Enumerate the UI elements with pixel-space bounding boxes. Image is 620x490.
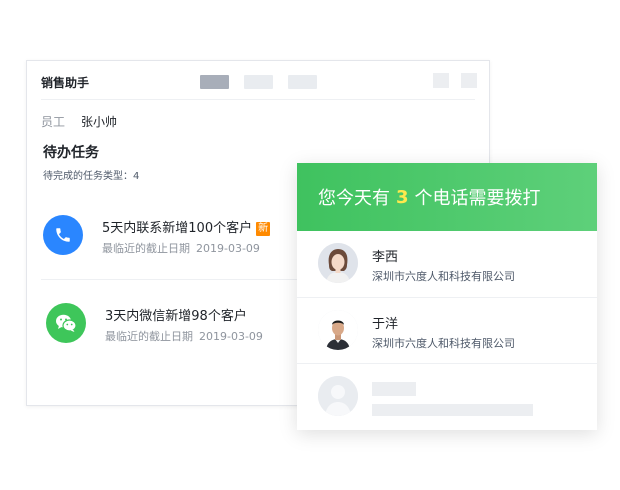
avatar <box>318 310 358 350</box>
phone-icon <box>43 215 83 255</box>
divider <box>41 99 475 100</box>
skeleton-company <box>372 404 533 416</box>
section-subtitle: 待完成的任务类型：4 <box>43 171 140 182</box>
task-title: 5天内联系新增100个客户新 <box>102 217 271 236</box>
task-deadline: 最临近的截止日期 2019-03-09 <box>105 328 263 344</box>
tab-placeholder[interactable] <box>288 75 317 89</box>
deadline-label: 最临近的截止日期 <box>105 330 193 343</box>
deadline-date: 2019-03-09 <box>196 242 260 255</box>
avatar <box>318 243 358 283</box>
contact-item[interactable]: 李西 深圳市六度人和科技有限公司 <box>297 231 597 297</box>
contact-item[interactable]: 于洋 深圳市六度人和科技有限公司 <box>297 297 597 363</box>
call-reminder-card: 您今天有 3 个电话需要拨打 李西 深圳市六度人和科技有限公司 于洋 深圳市六度… <box>297 163 597 430</box>
wechat-icon <box>46 303 86 343</box>
new-badge: 新 <box>256 222 271 236</box>
task-title: 3天内微信新增98个客户 <box>105 309 247 324</box>
contact-name: 李西 <box>372 250 399 265</box>
tab-placeholder-active[interactable] <box>200 75 229 89</box>
window-button[interactable] <box>433 73 449 88</box>
deadline-date: 2019-03-09 <box>199 330 263 343</box>
call-reminder-suffix: 个电话需要拨打 <box>414 188 541 209</box>
section-title: 待办任务 <box>43 145 99 161</box>
tab-placeholder[interactable] <box>244 75 273 89</box>
call-reminder-prefix: 您今天有 <box>318 188 390 209</box>
task-deadline: 最临近的截止日期 2019-03-09 <box>102 240 260 256</box>
staff-label: 员工 <box>41 115 66 129</box>
contact-item-placeholder <box>297 363 597 430</box>
contact-name: 于洋 <box>372 317 399 332</box>
window-button[interactable] <box>461 73 477 88</box>
avatar-placeholder <box>318 376 358 416</box>
call-count: 3 <box>396 186 409 208</box>
skeleton-name <box>372 382 416 396</box>
call-reminder-header: 您今天有 3 个电话需要拨打 <box>297 163 597 231</box>
task-title-text: 5天内联系新增100个客户 <box>102 221 253 236</box>
deadline-label: 最临近的截止日期 <box>102 242 190 255</box>
contact-company: 深圳市六度人和科技有限公司 <box>372 337 515 350</box>
contact-company: 深圳市六度人和科技有限公司 <box>372 270 515 283</box>
app-title: 销售助手 <box>41 76 90 90</box>
staff-name: 张小帅 <box>81 115 118 129</box>
